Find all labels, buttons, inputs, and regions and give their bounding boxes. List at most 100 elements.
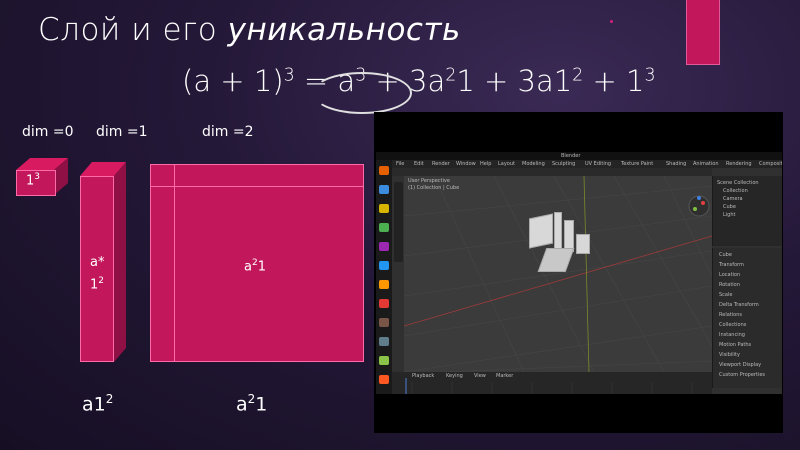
- dock-app-icon[interactable]: [379, 185, 389, 194]
- cube-label-exp: 3: [34, 172, 41, 182]
- bottom-label-right: a21: [236, 392, 267, 415]
- square-label-tail: 1: [257, 259, 266, 275]
- dock-app-icon[interactable]: [379, 299, 389, 308]
- properties-item[interactable]: Cube: [719, 252, 732, 258]
- dock-app-icon[interactable]: [379, 261, 389, 270]
- viewport-sub: (1) Collection | Cube: [408, 185, 460, 191]
- cube-label: 13: [26, 172, 40, 188]
- formula-part: (a + 1): [182, 64, 284, 98]
- outliner-item[interactable]: Scene Collection: [717, 180, 759, 186]
- dock-app-icon[interactable]: [379, 280, 389, 289]
- formula-exp: 3: [644, 65, 656, 86]
- menu-item-6[interactable]: Modeling: [522, 161, 545, 167]
- menu-item-12[interactable]: Rendering: [726, 161, 752, 167]
- bottom-left-exp: 2: [105, 392, 114, 406]
- properties-item[interactable]: Visibility: [719, 352, 740, 358]
- title-italic: уникальность: [227, 12, 461, 48]
- outliner-item[interactable]: Collection: [723, 188, 748, 194]
- bottom-label-left: a12: [82, 392, 113, 415]
- dock-app-icon[interactable]: [379, 223, 389, 232]
- menu-item-10[interactable]: Shading: [666, 161, 686, 167]
- menu-item-0[interactable]: File: [396, 161, 404, 167]
- viewport-label: User Perspective: [408, 178, 450, 184]
- menu-item-11[interactable]: Animation: [693, 161, 719, 167]
- formula-part: 1 + 3a1: [456, 64, 573, 98]
- os-dock: [376, 160, 392, 394]
- timeline-menu-item[interactable]: Playback: [412, 373, 434, 379]
- column-side-face: [114, 162, 126, 362]
- timeline-ruler: [405, 378, 693, 394]
- scene-object[interactable]: [529, 213, 553, 249]
- timeline-menu-item[interactable]: Keying: [446, 373, 463, 379]
- outliner-item[interactable]: Camera: [723, 196, 743, 202]
- 3d-viewport[interactable]: User Perspective (1) Collection | Cube: [404, 176, 712, 372]
- square-grid-line: [150, 186, 364, 187]
- cube-expansion-formula: (a + 1)3 = a3 + 3a21 + 3a12 + 13: [182, 64, 656, 98]
- menu-item-9[interactable]: Texture Paint: [621, 161, 653, 167]
- column-label: a* 12: [90, 254, 104, 294]
- dock-app-icon[interactable]: [379, 318, 389, 327]
- dim-label-0: dim =0: [22, 124, 74, 140]
- formula-exp: 2: [572, 65, 584, 86]
- column-label-exp: 2: [98, 276, 105, 286]
- square-grid-line: [174, 164, 175, 362]
- outliner-item[interactable]: Cube: [723, 204, 736, 210]
- outliner-panel[interactable]: Scene Collection Collection Camera Cube Ligh…: [712, 176, 782, 246]
- dim-label-2: dim =2: [202, 124, 254, 140]
- formula-exp: 2: [445, 65, 457, 86]
- menu-item-3[interactable]: Window: [456, 161, 476, 167]
- viewport-header: [392, 168, 712, 176]
- viewport-grid: [404, 176, 712, 372]
- os-top-bar: Blender: [376, 152, 782, 160]
- dock-app-icon[interactable]: [379, 337, 389, 346]
- outliner-item[interactable]: Light: [723, 212, 735, 218]
- timeline-menu-item[interactable]: View: [474, 373, 486, 379]
- dock-app-icon[interactable]: [379, 242, 389, 251]
- y-axis-line: [583, 176, 590, 372]
- properties-item[interactable]: Collections: [719, 322, 746, 328]
- properties-item[interactable]: Custom Properties: [719, 372, 765, 378]
- decorative-dot: [610, 20, 613, 23]
- dock-app-icon[interactable]: [379, 166, 389, 175]
- column-label-line1: a*: [90, 255, 105, 270]
- bottom-left-base: a1: [82, 393, 106, 416]
- blender-menu-bar: File Edit Render Window Help Layout Modeling Sc…: [392, 160, 782, 168]
- blender-window: Blender File Edit Render Window Help Layout Mo…: [376, 152, 782, 394]
- scene-object[interactable]: [554, 212, 562, 250]
- menu-item-2[interactable]: Render: [432, 161, 450, 167]
- dock-app-icon[interactable]: [379, 375, 389, 384]
- dock-app-icon[interactable]: [379, 356, 389, 365]
- dock-app-icon[interactable]: [379, 204, 389, 213]
- highlight-circle: [312, 72, 412, 114]
- toolbar[interactable]: [394, 182, 403, 262]
- properties-item[interactable]: Scale: [719, 292, 732, 298]
- square-label: a21: [244, 258, 266, 274]
- properties-panel[interactable]: Cube Transform Location Rotation Scale Delta …: [712, 248, 782, 388]
- properties-item[interactable]: Rotation: [719, 282, 740, 288]
- menu-item-8[interactable]: UV Editing: [585, 161, 611, 167]
- menu-item-1[interactable]: Edit: [414, 161, 424, 167]
- formula-part: + 1: [583, 64, 645, 98]
- bottom-right-base: a: [236, 393, 248, 416]
- decorative-bar: [686, 0, 720, 65]
- properties-item[interactable]: Location: [719, 272, 740, 278]
- menu-item-7[interactable]: Sculpting: [552, 161, 575, 167]
- square-label-base: a: [244, 259, 252, 275]
- properties-item[interactable]: Instancing: [719, 332, 745, 338]
- slide-title: Слой и его уникальность: [38, 12, 461, 48]
- menu-item-13[interactable]: Compositing: [759, 161, 782, 167]
- properties-item[interactable]: Motion Paths: [719, 342, 751, 348]
- properties-item[interactable]: Relations: [719, 312, 742, 318]
- timeline-panel[interactable]: Playback Keying View Marker: [392, 372, 712, 394]
- window-title: Blender: [561, 153, 581, 159]
- properties-item[interactable]: Delta Transform: [719, 302, 759, 308]
- formula-exp: 3: [283, 65, 295, 86]
- properties-item[interactable]: Transform: [719, 262, 744, 268]
- menu-item-5[interactable]: Layout: [498, 161, 515, 167]
- timeline-menu-item[interactable]: Marker: [496, 373, 513, 379]
- bottom-right-tail: 1: [255, 393, 268, 416]
- title-plain: Слой и его: [38, 12, 218, 48]
- menu-item-4[interactable]: Help: [480, 161, 491, 167]
- scene-object[interactable]: [576, 234, 590, 254]
- properties-item[interactable]: Viewport Display: [719, 362, 761, 368]
